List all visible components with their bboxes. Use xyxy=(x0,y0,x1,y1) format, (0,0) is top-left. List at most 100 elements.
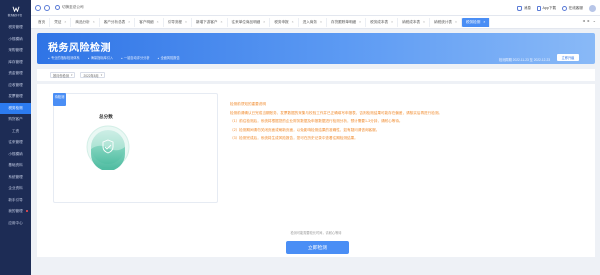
tab[interactable]: 纳税成本表 × xyxy=(398,17,431,27)
tab[interactable]: 商品分析 × xyxy=(71,17,100,27)
tab[interactable]: 往来单位商品明细 × xyxy=(228,17,271,27)
sidebar-item-label: 小规模纳 xyxy=(8,36,23,41)
tab-scroll-left-icon[interactable]: ◂ xyxy=(583,18,585,23)
score-gauge xyxy=(86,125,130,170)
online-service-label: 在线客服 xyxy=(568,5,583,10)
start-detection-button[interactable]: 立即检测 xyxy=(286,241,349,254)
close-icon[interactable]: × xyxy=(455,20,457,24)
tab[interactable]: 进入商务 × xyxy=(299,17,327,27)
top-right-tools: 消息 App下载 在线客服 xyxy=(517,0,596,16)
close-icon[interactable]: × xyxy=(93,20,95,24)
notification-dot xyxy=(26,210,28,212)
close-icon[interactable]: × xyxy=(391,20,393,24)
detect-type-select[interactable]: 按月份检测 ▾ xyxy=(50,72,76,78)
logo-icon xyxy=(12,6,19,12)
sidebar-item[interactable]: 税务检测 xyxy=(0,102,31,114)
feature-list: 专业的指标检测体系 海量指标库引入 一键自动评分分析 全面风险报告 xyxy=(48,55,180,60)
tab-label: 往来单位商品明细 xyxy=(231,19,261,24)
sidebar-item[interactable]: 往来管理 xyxy=(0,137,31,149)
sidebar-item[interactable]: 采购管理 xyxy=(0,45,31,57)
tab-label: 客户分析总表 xyxy=(103,19,126,24)
tab-label: 引导流程 xyxy=(167,19,182,24)
risk-banner: 税务风险检测 专业的指标检测体系 海量指标库引入 一键自动评分分析 全面风险报告 检测… xyxy=(37,33,595,64)
sidebar-item[interactable]: 库存管理 xyxy=(0,57,31,69)
sidebar-item-label: 基础资料 xyxy=(8,163,23,168)
sidebar-item[interactable]: 小规模纳 xyxy=(0,34,31,46)
tab[interactable]: 首页 xyxy=(34,17,51,27)
sidebar-item[interactable]: 应收管理 xyxy=(0,80,31,92)
notes-heading: 检测前须知的重要说明 xyxy=(230,102,266,106)
switch-company-link[interactable]: 切换至总公司 xyxy=(55,5,84,10)
sidebar-item[interactable]: 企业资料 xyxy=(0,183,31,195)
tab[interactable]: 客户明细 × xyxy=(135,17,164,27)
sidebar-item-label: 我的管理 xyxy=(8,209,23,214)
menu-toggle-icon[interactable] xyxy=(35,4,41,11)
sidebar-item-label: 资金管理 xyxy=(8,71,23,76)
sidebar-item-label: 购货客户 xyxy=(8,117,23,122)
tab-scroll-controls: ◂ ▸ ⌄ xyxy=(583,18,596,23)
sidebar-item[interactable]: 系统管理 xyxy=(0,172,31,184)
close-icon[interactable]: × xyxy=(320,20,322,24)
sidebar: 税务服务平台 税务管理 小规模纳 采购管理 库存管理 资金管理 应收管理 发票管理 税务检测购… xyxy=(0,0,31,275)
tab[interactable]: 客户分析总表 × xyxy=(100,17,136,27)
tab[interactable]: 引导流程 × xyxy=(164,17,192,27)
sidebar-item-label: 往来管理 xyxy=(8,140,23,145)
close-icon[interactable]: × xyxy=(64,20,66,24)
message-link[interactable]: 消息 xyxy=(517,5,531,11)
tab-scroll-right-icon[interactable]: ▸ xyxy=(588,18,590,23)
upgrade-button[interactable]: 立即升级 xyxy=(557,54,579,61)
tab[interactable]: 税务申报 × xyxy=(270,17,299,27)
sidebar-item[interactable]: 新手引导 xyxy=(0,195,31,207)
notes-line: （3）检测完成后，系统将生成风险报告，您可在历史记录中查看往期检测结果。 xyxy=(230,136,358,141)
close-icon[interactable]: × xyxy=(221,20,223,24)
tab-label: 新增下游客户 xyxy=(195,19,218,24)
sidebar-item[interactable]: 税务管理 xyxy=(0,22,31,34)
app-download-link[interactable]: App下载 xyxy=(537,5,556,11)
close-icon[interactable]: × xyxy=(128,20,130,24)
sidebar-item[interactable]: 购货客户 xyxy=(0,114,31,126)
online-service-link[interactable]: 在线客服 xyxy=(562,5,583,11)
close-icon[interactable]: × xyxy=(292,20,294,24)
sidebar-item[interactable]: 工资 xyxy=(0,126,31,138)
sidebar-item-label: 库存管理 xyxy=(8,59,23,64)
close-icon[interactable]: × xyxy=(423,20,425,24)
home-icon[interactable] xyxy=(44,4,50,11)
brand-logo[interactable]: 税务服务平台 xyxy=(0,0,31,22)
sidebar-item-label: 税务检测 xyxy=(8,105,23,110)
close-icon[interactable]: × xyxy=(157,20,159,24)
sidebar-item[interactable]: 基础资料 xyxy=(0,160,31,172)
switch-icon xyxy=(55,5,60,10)
tab[interactable]: 税务成本表 × xyxy=(366,17,399,27)
detection-card: 待检测 总分数 检测前须知的重要说明 检测前请确认已完成当期账务、发票数据的采集与… xyxy=(37,84,595,257)
close-icon[interactable]: × xyxy=(263,20,265,24)
avatar[interactable] xyxy=(589,4,596,12)
tab-label: 首页 xyxy=(38,19,46,24)
sidebar-item[interactable]: 应用中心 xyxy=(0,218,31,230)
tab-label: 进入商务 xyxy=(302,19,317,24)
tab[interactable]: 纳税统计表 × xyxy=(430,17,462,27)
close-icon[interactable]: × xyxy=(359,20,361,24)
tab-menu-icon[interactable]: ⌄ xyxy=(593,18,596,23)
sidebar-item-label: 小规模纳 xyxy=(8,151,23,156)
feature-item: 海量指标库引入 xyxy=(88,55,113,60)
chevron-down-icon: ▾ xyxy=(70,73,73,77)
tab[interactable]: 存货跟踪单明细 × xyxy=(327,17,367,27)
tab-label: 税务成本表 xyxy=(370,19,389,24)
month-value: 2022年8月 xyxy=(83,73,99,78)
tab[interactable]: 凭证 × xyxy=(50,17,72,27)
tab-label: 纳税成本表 xyxy=(402,19,421,24)
sidebar-item[interactable]: 我的管理 xyxy=(0,206,31,218)
sidebar-item[interactable]: 发票管理 xyxy=(0,91,31,103)
tab-label: 税务检测 xyxy=(465,19,481,24)
score-panel xyxy=(53,93,218,203)
tab[interactable]: 税务检测 × xyxy=(461,17,491,27)
close-icon[interactable]: × xyxy=(483,20,485,24)
sidebar-item[interactable]: 资金管理 xyxy=(0,68,31,80)
tab[interactable]: 新增下游客户 × xyxy=(192,17,228,27)
score-label: 总分数 xyxy=(99,114,113,119)
close-icon[interactable]: × xyxy=(185,20,187,24)
sidebar-item-label: 应用中心 xyxy=(8,220,23,225)
sidebar-item[interactable]: 小规模纳 xyxy=(0,149,31,161)
month-select[interactable]: 2022年8月 ▾ xyxy=(80,72,106,78)
filter-bar: 按月份检测 ▾ 2022年8月 ▾ xyxy=(37,69,595,81)
